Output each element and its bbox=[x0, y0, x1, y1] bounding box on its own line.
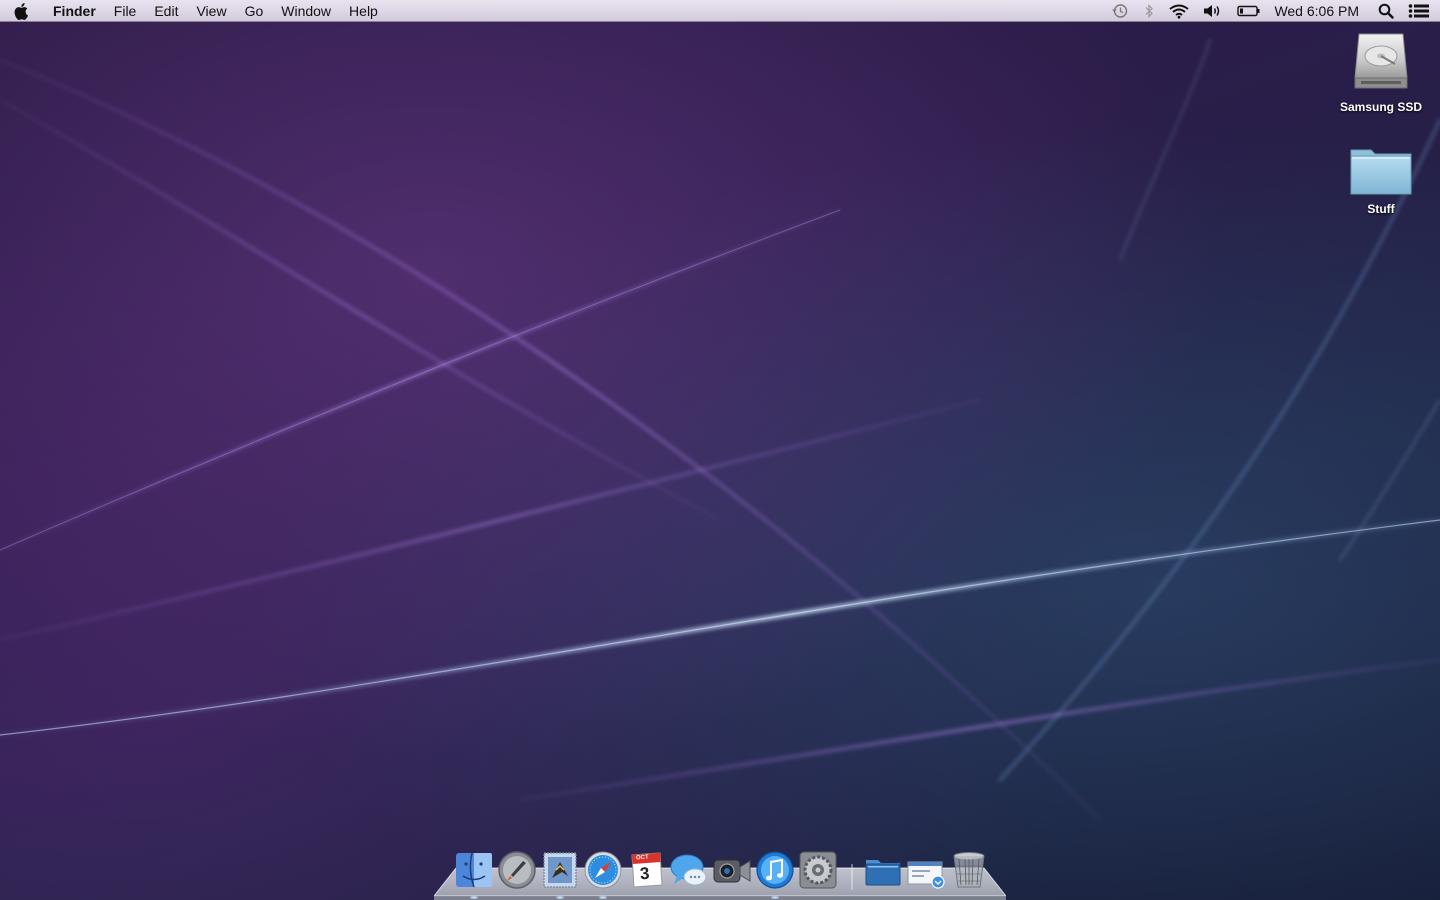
menu-help[interactable]: Help bbox=[340, 0, 387, 22]
desktop-icon-label: Samsung SSD bbox=[1339, 100, 1423, 114]
calendar-icon[interactable]: OCT 3 bbox=[626, 850, 666, 890]
facetime-icon[interactable] bbox=[712, 850, 752, 890]
volume-icon[interactable] bbox=[1196, 0, 1230, 22]
running-indicator-finder bbox=[470, 896, 478, 899]
menu-extras: Wed 6:06 PM bbox=[1104, 0, 1440, 22]
time-machine-icon[interactable] bbox=[1104, 0, 1136, 22]
desktop-icon-label: Stuff bbox=[1367, 202, 1395, 216]
wifi-icon[interactable] bbox=[1162, 0, 1196, 22]
documents-folder-icon[interactable] bbox=[863, 850, 903, 890]
dock: OCT 3 bbox=[434, 846, 1006, 900]
desktop[interactable]: Finder File Edit View Go Window Help Wed… bbox=[0, 0, 1440, 900]
menu-file[interactable]: File bbox=[105, 0, 146, 22]
desktop-icon-samsung-ssd[interactable]: Samsung SSD bbox=[1333, 30, 1429, 114]
downloads-stack-icon[interactable] bbox=[906, 850, 946, 890]
spotlight-search-icon[interactable] bbox=[1371, 0, 1401, 22]
menu-bar: Finder File Edit View Go Window Help Wed… bbox=[0, 0, 1440, 22]
folder-icon bbox=[1350, 149, 1412, 195]
menu-edit[interactable]: Edit bbox=[145, 0, 187, 22]
menu-app-name[interactable]: Finder bbox=[44, 0, 105, 22]
desktop-icon-stuff[interactable]: Stuff bbox=[1333, 142, 1429, 216]
notification-center-icon[interactable] bbox=[1401, 0, 1440, 22]
apple-logo-icon[interactable] bbox=[0, 0, 44, 22]
calendar-month: OCT bbox=[635, 854, 649, 862]
menu-clock[interactable]: Wed 6:06 PM bbox=[1268, 0, 1371, 22]
menu-view[interactable]: View bbox=[187, 0, 235, 22]
wallpaper-streaks bbox=[0, 39, 1440, 822]
messages-icon[interactable] bbox=[669, 850, 709, 890]
system-preferences-icon[interactable] bbox=[798, 850, 838, 890]
battery-icon[interactable] bbox=[1230, 0, 1268, 22]
trash-icon[interactable] bbox=[949, 850, 989, 890]
menu-go[interactable]: Go bbox=[236, 0, 273, 22]
bluetooth-icon[interactable] bbox=[1136, 0, 1162, 22]
hard-drive-icon bbox=[1354, 33, 1408, 89]
mail-icon[interactable] bbox=[540, 850, 580, 890]
calendar-day: 3 bbox=[639, 863, 651, 884]
itunes-icon[interactable] bbox=[755, 850, 795, 890]
launchpad-icon[interactable] bbox=[497, 850, 537, 890]
menu-window[interactable]: Window bbox=[272, 0, 340, 22]
dock-divider bbox=[851, 864, 853, 890]
safari-icon[interactable] bbox=[583, 850, 623, 890]
running-indicator-itunes bbox=[771, 896, 779, 899]
running-indicator-mail bbox=[556, 896, 564, 899]
finder-icon[interactable] bbox=[454, 850, 494, 890]
running-indicator-safari bbox=[599, 896, 607, 899]
